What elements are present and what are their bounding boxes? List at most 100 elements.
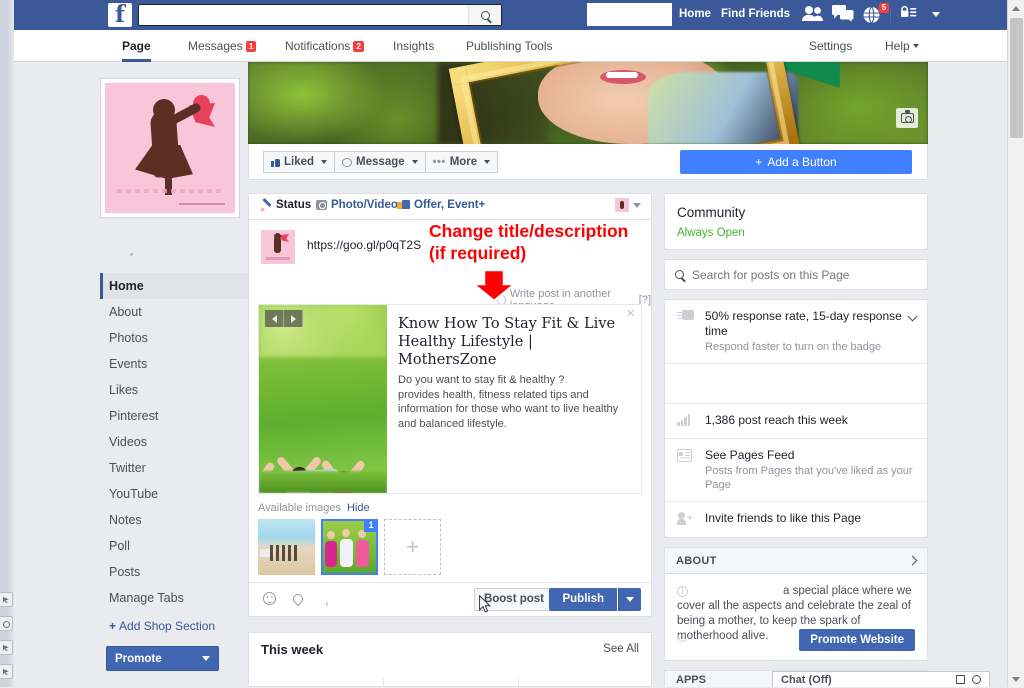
- about-card-body: i a special place where we cover all the…: [665, 574, 927, 660]
- facebook-logo-icon[interactable]: f: [108, 3, 132, 27]
- sidebar-item-about[interactable]: About: [100, 299, 248, 325]
- liked-button[interactable]: Liked: [263, 151, 336, 173]
- message-button[interactable]: Message: [334, 151, 426, 173]
- search-input[interactable]: [139, 5, 469, 25]
- rail-icon-3[interactable]: [0, 640, 13, 655]
- scroll-down-arrow[interactable]: [1008, 671, 1024, 687]
- help-caret-icon[interactable]: [912, 44, 919, 48]
- tab-messages[interactable]: Messages 1: [188, 30, 257, 62]
- link-preview-title[interactable]: Know How To Stay Fit & Live Healthy Life…: [398, 315, 619, 369]
- scroll-up-arrow[interactable]: [1008, 0, 1024, 16]
- composer-tab-photo-video[interactable]: Photo/Video: [316, 199, 398, 211]
- page-posts-search-box[interactable]: [664, 259, 928, 290]
- sidebar-item-poll[interactable]: Poll: [100, 533, 248, 559]
- add-shop-section-link[interactable]: + Add Shop Section: [100, 619, 248, 633]
- notifications-globe-icon[interactable]: 5: [862, 3, 889, 25]
- chevron-right-icon[interactable]: [907, 555, 918, 566]
- sidebar-item-youtube[interactable]: YouTube: [100, 481, 248, 507]
- composer-tab-status[interactable]: Status: [261, 199, 311, 211]
- composer-tab-offer-event[interactable]: Offer, Event+: [397, 199, 485, 211]
- location-pin-icon[interactable]: [290, 591, 306, 607]
- post-reach-row[interactable]: 1,386 post reach this week: [665, 404, 927, 439]
- more-button-label: More: [449, 155, 478, 168]
- privacy-caret-icon[interactable]: [932, 12, 940, 17]
- sidebar-item-home[interactable]: Home: [100, 273, 248, 299]
- logo-caption: [117, 189, 221, 193]
- composer-tab-offer-event-label: Offer, Event+: [414, 199, 486, 211]
- sidebar-item-notes[interactable]: Notes: [100, 507, 248, 533]
- add-image-button[interactable]: +: [384, 519, 441, 575]
- tab-notifications[interactable]: Notifications 2: [285, 30, 365, 62]
- more-button[interactable]: ••• More: [424, 151, 499, 173]
- about-card: ABOUT i a special place where we cover a…: [664, 547, 928, 661]
- link-preview-image[interactable]: [259, 305, 387, 493]
- tab-settings[interactable]: Settings: [809, 30, 852, 62]
- promote-website-button[interactable]: Promote Website: [799, 629, 915, 651]
- this-week-title: This week: [261, 642, 324, 657]
- composer-audience-selector[interactable]: [615, 198, 641, 212]
- sidebar-item-posts[interactable]: Posts: [100, 559, 248, 585]
- tab-page[interactable]: Page: [122, 30, 151, 62]
- hide-images-link[interactable]: Hide: [347, 502, 370, 514]
- promote-button[interactable]: Promote: [106, 646, 219, 671]
- sidebar-item-pinterest[interactable]: Pinterest: [100, 403, 248, 429]
- tab-publishing-tools[interactable]: Publishing Tools: [466, 30, 553, 62]
- sidebar-item-photos[interactable]: Photos: [100, 325, 248, 351]
- gear-icon[interactable]: [972, 675, 981, 684]
- page-scrollbar[interactable]: [1007, 0, 1024, 687]
- available-images-section: Available images Hide 1 +: [249, 494, 651, 582]
- search-icon[interactable]: [468, 5, 501, 25]
- composer-url-text[interactable]: https://goo.gl/p0qT2S: [307, 238, 421, 252]
- publish-dropdown-caret[interactable]: [618, 588, 641, 611]
- thumbnail-beach[interactable]: [258, 519, 315, 575]
- tab-help[interactable]: Help: [885, 30, 919, 62]
- publish-button[interactable]: Publish: [549, 588, 617, 611]
- add-a-button-button[interactable]: + Add a Button: [680, 150, 912, 174]
- promote-caret-icon[interactable]: [202, 656, 210, 661]
- about-card-header[interactable]: ABOUT: [665, 548, 927, 574]
- page-profile-picture[interactable]: [100, 78, 240, 218]
- sidebar-item-events[interactable]: Events: [100, 351, 248, 377]
- sidebar-item-twitter[interactable]: Twitter: [100, 455, 248, 481]
- this-week-see-all-link[interactable]: See All: [603, 643, 639, 655]
- composer-extra-icon[interactable]: ,: [325, 592, 329, 607]
- tab-insights[interactable]: Insights: [393, 30, 434, 62]
- composer-footer: , Boost post Publish: [249, 582, 651, 616]
- next-arrow-icon[interactable]: [284, 310, 303, 327]
- rail-icon-2[interactable]: [0, 616, 13, 631]
- global-search-box[interactable]: [138, 4, 502, 26]
- messages-icon[interactable]: [832, 5, 856, 25]
- rail-icon-4[interactable]: [0, 664, 13, 679]
- emoji-icon[interactable]: [263, 591, 276, 608]
- sidebar-item-label: Videos: [109, 435, 147, 449]
- invite-friends-row[interactable]: + Invite friends to like this Page: [665, 502, 927, 537]
- account-name-redacted[interactable]: [587, 3, 672, 26]
- sidebar-item-manage-tabs[interactable]: Manage Tabs: [100, 585, 248, 611]
- privacy-shortcuts-icon[interactable]: [900, 5, 940, 25]
- add-image-plus-icon: +: [406, 534, 419, 559]
- cover-photo[interactable]: [248, 62, 928, 144]
- see-pages-feed-row[interactable]: See Pages Feed Posts from Pages that you…: [665, 439, 927, 502]
- response-rate-row[interactable]: 50% response rate, 15-day response time …: [665, 300, 927, 364]
- scrollbar-thumb[interactable]: [1010, 18, 1023, 138]
- link-preview-description[interactable]: Do you want to stay fit & healthy ? prov…: [398, 373, 619, 431]
- more-caret-icon[interactable]: [484, 160, 491, 164]
- search-posts-input[interactable]: [692, 267, 902, 282]
- message-caret-icon[interactable]: [411, 160, 418, 164]
- compose-icon[interactable]: [956, 675, 965, 684]
- ellipsis-icon: •••: [432, 155, 446, 168]
- topnav-home-link[interactable]: Home: [679, 8, 711, 20]
- chevron-down-icon[interactable]: [633, 202, 641, 208]
- update-cover-photo-button[interactable]: [896, 108, 918, 128]
- thumbnail-yoga[interactable]: 1: [321, 519, 378, 575]
- sidebar-item-likes[interactable]: Likes: [100, 377, 248, 403]
- topnav-find-friends-link[interactable]: Find Friends: [721, 8, 790, 20]
- close-icon[interactable]: ✕: [626, 309, 635, 320]
- rail-icon-1[interactable]: [0, 592, 13, 607]
- sidebar-item-videos[interactable]: Videos: [100, 429, 248, 455]
- liked-caret-icon[interactable]: [321, 160, 328, 164]
- prev-arrow-icon[interactable]: [265, 310, 284, 327]
- composer-avatar: [261, 230, 295, 264]
- chat-bar[interactable]: Chat (Off): [772, 671, 990, 687]
- friend-requests-icon[interactable]: [802, 5, 826, 25]
